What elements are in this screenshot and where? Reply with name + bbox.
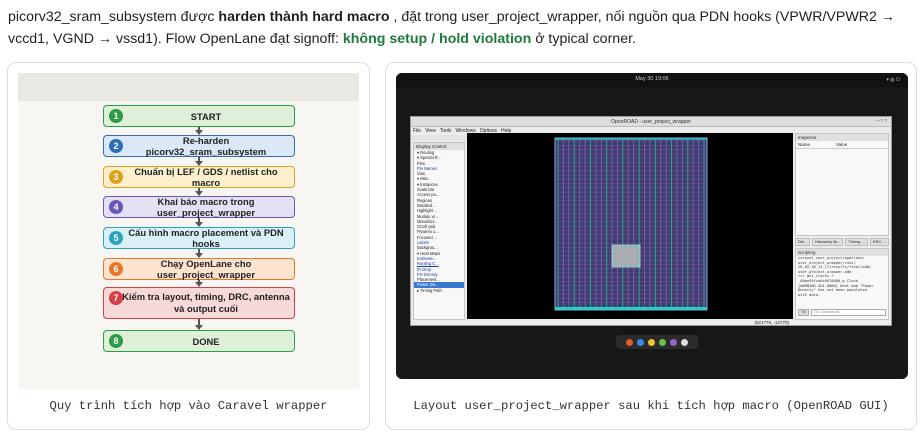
display-control-title: Display Control xyxy=(414,143,464,150)
openroad-window: OpenROAD - user_project_wrapper – □ × Fi… xyxy=(410,116,892,326)
flow-arrow xyxy=(195,319,203,330)
bottom-tabs: Dis... Hierarchy Br... Timing ... DRC ... xyxy=(795,238,889,246)
inspector-panel: Inspector Name Value xyxy=(795,133,889,236)
flow-step-3: 3 Chuẩn bị LEF / GDS / netlist cho macro xyxy=(103,166,295,188)
flow-step-1: 1 START xyxy=(103,105,295,127)
step-number-badge: 7 xyxy=(109,291,123,305)
panel-tab[interactable]: Timing ... xyxy=(845,238,868,246)
panel-tab[interactable]: DRC ... xyxy=(869,238,889,246)
step-number-badge: 8 xyxy=(109,334,123,348)
flow-arrow xyxy=(195,218,203,227)
layout-caption: Layout user_project_wrapper sau khi tích… xyxy=(413,399,889,413)
step-number-badge: 4 xyxy=(109,200,123,214)
desktop-topbar: May 30 19:06 ▾ ◍ ⏻ xyxy=(396,73,908,87)
inspector-col-name: Name xyxy=(798,142,811,147)
intro-text-1: picorv32_sram_subsystem được xyxy=(8,9,219,25)
flow-arrow xyxy=(195,127,203,135)
flowchart-caption: Quy trình tích hợp vào Caravel wrapper xyxy=(49,399,328,413)
step-label-line-1: Kiểm tra layout, timing, DRC, antenna xyxy=(122,291,290,302)
inspector-title: Inspector xyxy=(796,134,888,141)
step-label: DONE xyxy=(192,335,220,347)
flow-step-2: 2 Re-harden picorv32_sram_subsystem xyxy=(103,135,295,157)
menu-item-view[interactable]: View xyxy=(425,128,436,134)
step-label: Cấu hình macro placement và PDN hooks xyxy=(128,227,284,249)
flow-step-6: 6 Chạy OpenLane cho user_project_wrapper xyxy=(103,258,295,280)
flow-arrow xyxy=(195,249,203,258)
scripting-output: caravel_user_project/openlane/user_proje… xyxy=(796,256,888,297)
step-number-badge: 5 xyxy=(109,231,123,245)
io-ring-bottom xyxy=(555,307,707,310)
tcl-button[interactable]: Tcl xyxy=(798,309,809,316)
step-label-line-2: và output cuối xyxy=(173,303,239,314)
flow-step-4: 4 Khai báo macro trong user_project_wrapp… xyxy=(103,196,295,218)
flow-step-8: 8 DONE xyxy=(103,330,295,352)
display-control-row[interactable]: ▸ Timing Path xyxy=(414,288,464,293)
flow-step-7: 7 Kiểm tra layout, timing, DRC, antenna và… xyxy=(103,287,295,319)
layout-card: May 30 19:06 ▾ ◍ ⏻ OpenROAD - user_proje… xyxy=(385,62,917,430)
flow-arrow xyxy=(195,188,203,196)
flowchart-image: 1 START 2 Re-harden picorv32_sram_subsystem… xyxy=(18,73,359,389)
flowchart-header-strip xyxy=(18,73,359,101)
layout-canvas[interactable] xyxy=(467,133,793,319)
step-number-badge: 1 xyxy=(109,109,123,123)
flowchart-card: 1 START 2 Re-harden picorv32_sram_subsystem… xyxy=(7,62,370,430)
scripting-title: Scripting xyxy=(796,249,888,256)
openroad-screenshot: May 30 19:06 ▾ ◍ ⏻ OpenROAD - user_proje… xyxy=(396,73,908,379)
coordinate-readout: (621776, -14770) xyxy=(754,320,789,325)
desktop-dock xyxy=(616,335,698,349)
display-control-tree: ▾ Routing ▾ Special R... Pins Pin Names V… xyxy=(414,150,464,293)
flow-arrow xyxy=(195,157,203,166)
step-label: Khai báo macro trong user_project_wrappe… xyxy=(157,196,255,218)
app-icon[interactable] xyxy=(648,338,655,346)
step-number-badge: 3 xyxy=(109,170,123,184)
inspector-col-value: Value xyxy=(836,142,848,147)
window-title: OpenROAD - user_project_wrapper xyxy=(411,117,891,127)
step-number-badge: 6 xyxy=(109,262,123,276)
intro-text-3: ở typical corner. xyxy=(531,31,636,47)
display-control-panel: Display Control ▾ Routing ▾ Special R... … xyxy=(413,142,465,320)
app-icon[interactable] xyxy=(626,338,633,346)
app-icon[interactable] xyxy=(670,338,677,346)
window-controls-icon[interactable]: – □ × xyxy=(876,118,888,124)
app-icon[interactable] xyxy=(659,338,666,346)
step-label: START xyxy=(190,110,222,122)
layout-view[interactable] xyxy=(467,133,793,319)
script-line: with data. xyxy=(798,292,821,297)
step-label: Re-harden picorv32_sram_subsystem xyxy=(145,135,267,157)
die-boundary xyxy=(554,137,708,311)
desktop-clock: May 30 19:06 xyxy=(635,76,669,82)
step-label: Kiểm tra layout, timing, DRC, antenna và … xyxy=(104,291,294,315)
intro-paragraph: picorv32_sram_subsystem được harden thàn… xyxy=(8,6,922,50)
step-label: Chạy OpenLane cho user_project_wrapper xyxy=(157,258,255,280)
panel-tab[interactable]: Hierarchy Br... xyxy=(812,238,844,246)
intro-highlight: không setup / hold violation xyxy=(342,31,532,47)
tcl-input[interactable]: TCL commands xyxy=(810,309,886,316)
intro-bold-1: harden thành hard macro xyxy=(218,9,390,25)
app-icon[interactable] xyxy=(681,338,688,346)
panel-tab[interactable]: Dis... xyxy=(795,238,811,246)
scripting-panel: Scripting caravel_user_project/openlane/… xyxy=(795,248,889,320)
app-icon[interactable] xyxy=(637,338,644,346)
flow-arrow xyxy=(195,280,203,287)
menu-item-tools[interactable]: Tools xyxy=(440,128,452,134)
step-label: Chuẩn bị LEF / GDS / netlist cho macro xyxy=(134,166,278,188)
flow-step-5: 5 Cấu hình macro placement và PDN hooks xyxy=(103,227,295,249)
menu-item-file[interactable]: File xyxy=(413,128,421,134)
step-number-badge: 2 xyxy=(109,139,123,153)
io-ring-top xyxy=(555,138,707,140)
system-tray-icon: ▾ ◍ ⏻ xyxy=(886,77,900,83)
macro-block xyxy=(611,244,641,268)
